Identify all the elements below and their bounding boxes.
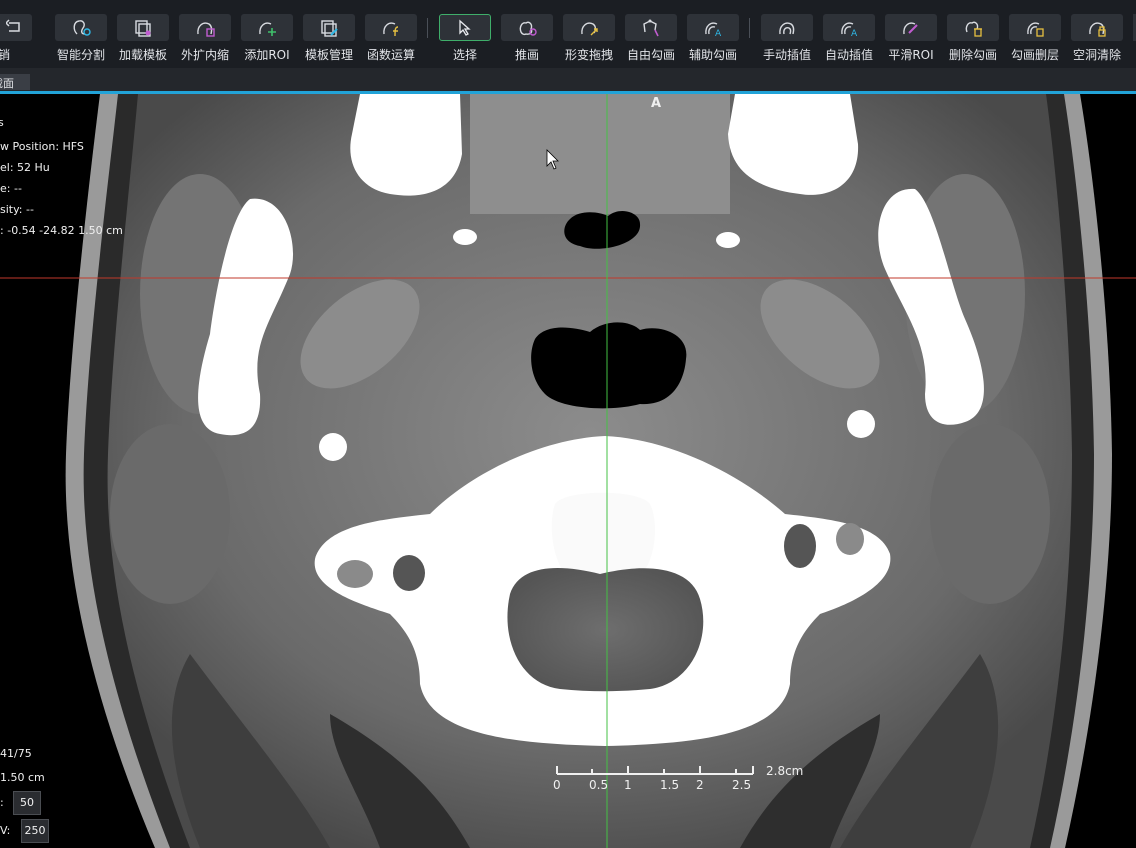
scale-tick-label: 1.5 (660, 778, 680, 792)
function-op-icon (383, 22, 399, 37)
window-width-label: V: (0, 824, 11, 837)
assist-draw-button[interactable]: A 辅助勾画 (687, 0, 739, 68)
toolbar-separator (749, 18, 750, 38)
window-width-input[interactable]: 250 (21, 819, 49, 843)
svg-text:A: A (715, 29, 722, 38)
ct-viewport[interactable]: s w Position: HFS el: 52 Hu e: -- sity: … (0, 94, 1136, 848)
select-arrow-icon (459, 19, 471, 36)
assist-draw-icon: A (705, 22, 722, 38)
overlay-top-char: s (0, 116, 4, 129)
delete-contour-icon (965, 21, 982, 37)
svg-text:A: A (851, 29, 858, 38)
manual-interp-icon (779, 22, 795, 35)
smart-segment-icon (73, 20, 91, 36)
free-draw-icon (643, 19, 659, 37)
patient-position-row: w Position: HFS (0, 140, 84, 153)
scale-tick-label: 2.5 (732, 778, 752, 792)
window-level-input[interactable]: 50 (13, 791, 41, 815)
ct-slice-image (0, 94, 1136, 848)
toolbar-separator (427, 18, 428, 38)
coords-label: : (0, 224, 4, 237)
overlay-row-3-value: -- (13, 182, 22, 195)
slice-thickness: 1.50 cm (0, 771, 45, 784)
function-op-button[interactable]: 函数运算 (365, 0, 417, 68)
undo-icon (6, 19, 20, 32)
auto-interp-icon: A (841, 22, 858, 38)
scale-tick-label: 2 (696, 778, 704, 792)
coords-row: : -0.54 -24.82 1.50 cm (0, 224, 123, 237)
scale-tick-label: 0.5 (589, 778, 609, 792)
pixel-value: 52 Hu (17, 161, 50, 174)
smooth-roi-icon (903, 22, 918, 35)
undo-button[interactable]: 撤销 (0, 0, 32, 68)
add-roi-icon (259, 22, 276, 36)
push-draw-icon (519, 21, 537, 36)
expand-shrink-icon (197, 22, 215, 37)
tab-cross-section[interactable]: 截面 (0, 74, 30, 90)
density-value: -- (26, 203, 34, 216)
density-row: sity: -- (0, 203, 34, 216)
pixel-value-label: el: (0, 161, 14, 174)
pixel-value-row: el: 52 Hu (0, 161, 50, 174)
clear-holes-icon (1089, 22, 1106, 37)
load-template-icon (135, 20, 151, 37)
clear-holes-label: 空洞清除 (1072, 48, 1121, 62)
undo-label: 撤销 (0, 48, 11, 62)
patient-position-label: w Position: (0, 140, 60, 153)
overlay-row-3: e: -- (0, 182, 22, 195)
anterior-direction-label: A (651, 96, 662, 111)
clear-holes-button[interactable]: 空洞清除 (1071, 0, 1123, 68)
tab-cross-section-label: 截面 (0, 77, 14, 90)
scale-tick-label: 1 (624, 778, 632, 792)
density-label: sity: (0, 203, 23, 216)
overlay-row-3-label: e: (0, 182, 11, 195)
scale-bar-length: 2.8cm (766, 764, 804, 778)
scale-tick-label: 0 (553, 778, 561, 792)
template-manage-icon (321, 20, 338, 37)
view-tab-strip (0, 68, 1136, 91)
delete-layer-icon (1027, 22, 1044, 37)
window-level-label: : (0, 796, 4, 809)
deform-drag-icon (581, 22, 598, 36)
toolbar: 撤销 智能分割 加载模板 外扩内缩 添加ROI 模板管理 函数运算 选择 推画 … (0, 0, 1136, 68)
patient-position-value: HFS (62, 140, 84, 153)
coords-value: -0.54 -24.82 1.50 cm (7, 224, 123, 237)
slice-index: 41/75 (0, 747, 32, 760)
